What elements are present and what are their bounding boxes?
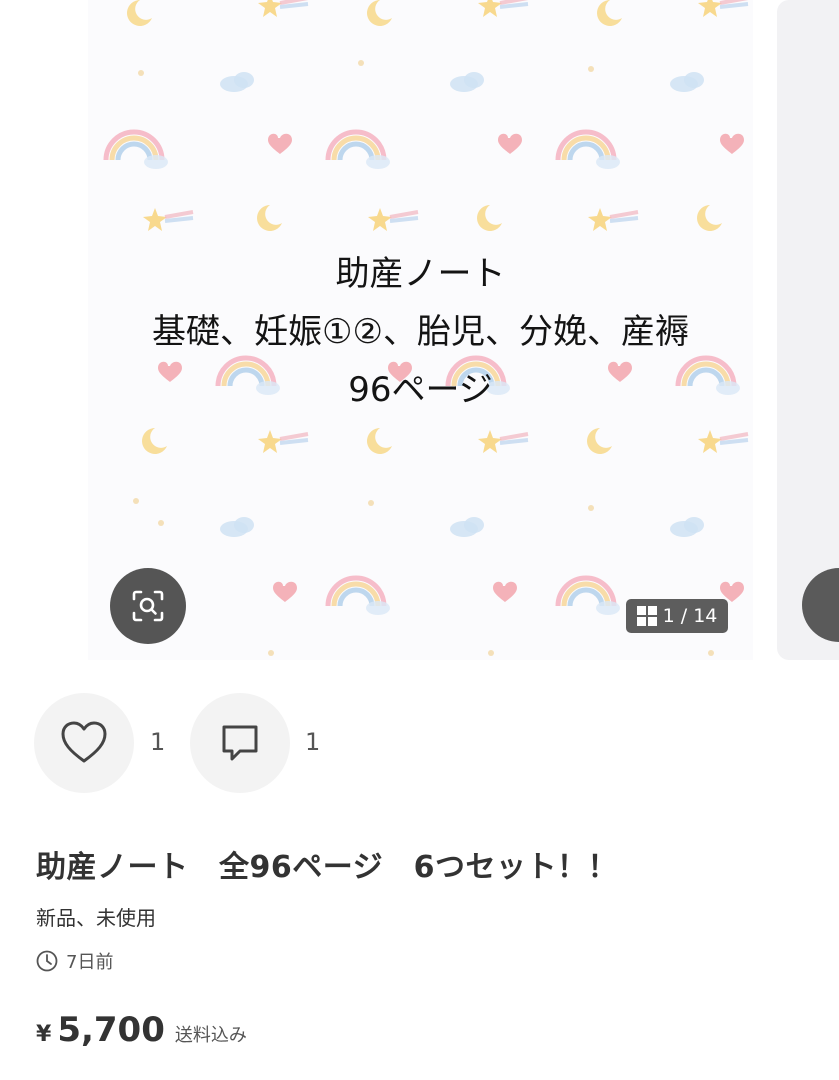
comment-icon [222,725,258,761]
comment-count: 1 [305,728,321,756]
like-count: 1 [150,728,166,756]
image-counter: 1 / 14 [626,599,728,633]
image-caption-line: 基礎、妊娠①②、胎児、分娩、産褥 [152,312,689,352]
price-row: ¥ 5,700 送料込み [36,1010,247,1050]
next-image-preview[interactable] [777,0,839,660]
clock-icon [36,950,58,972]
posted-time-text: 7日前 [66,952,114,973]
item-title: 助産ノート 全96ページ 6つセット！！ [36,850,619,885]
image-search-button[interactable] [110,568,186,644]
comment-button[interactable] [190,693,290,793]
image-caption-line: 助産ノート [335,254,506,294]
item-condition: 新品、未使用 [36,906,156,930]
image-caption: 助産ノート 基礎、妊娠①②、胎児、分娩、産褥 96ページ [88,245,753,419]
like-button[interactable] [34,693,134,793]
product-image[interactable]: 助産ノート 基礎、妊娠①②、胎児、分娩、産褥 96ページ [88,0,753,660]
posted-time: 7日前 [36,948,113,974]
image-caption-line: 96ページ [348,370,493,410]
shipping-info: 送料込み [174,1025,247,1046]
grid-icon [636,606,657,626]
price: 5,700 [57,1010,165,1050]
item-detail-page: 助産ノート 基礎、妊娠①②、胎児、分娩、産褥 96ページ 1 / 14 1 1 … [0,0,839,1080]
image-search-icon [132,590,164,622]
heart-icon [61,721,107,763]
currency-symbol: ¥ [36,1022,52,1047]
image-counter-text: 1 / 14 [662,605,718,627]
